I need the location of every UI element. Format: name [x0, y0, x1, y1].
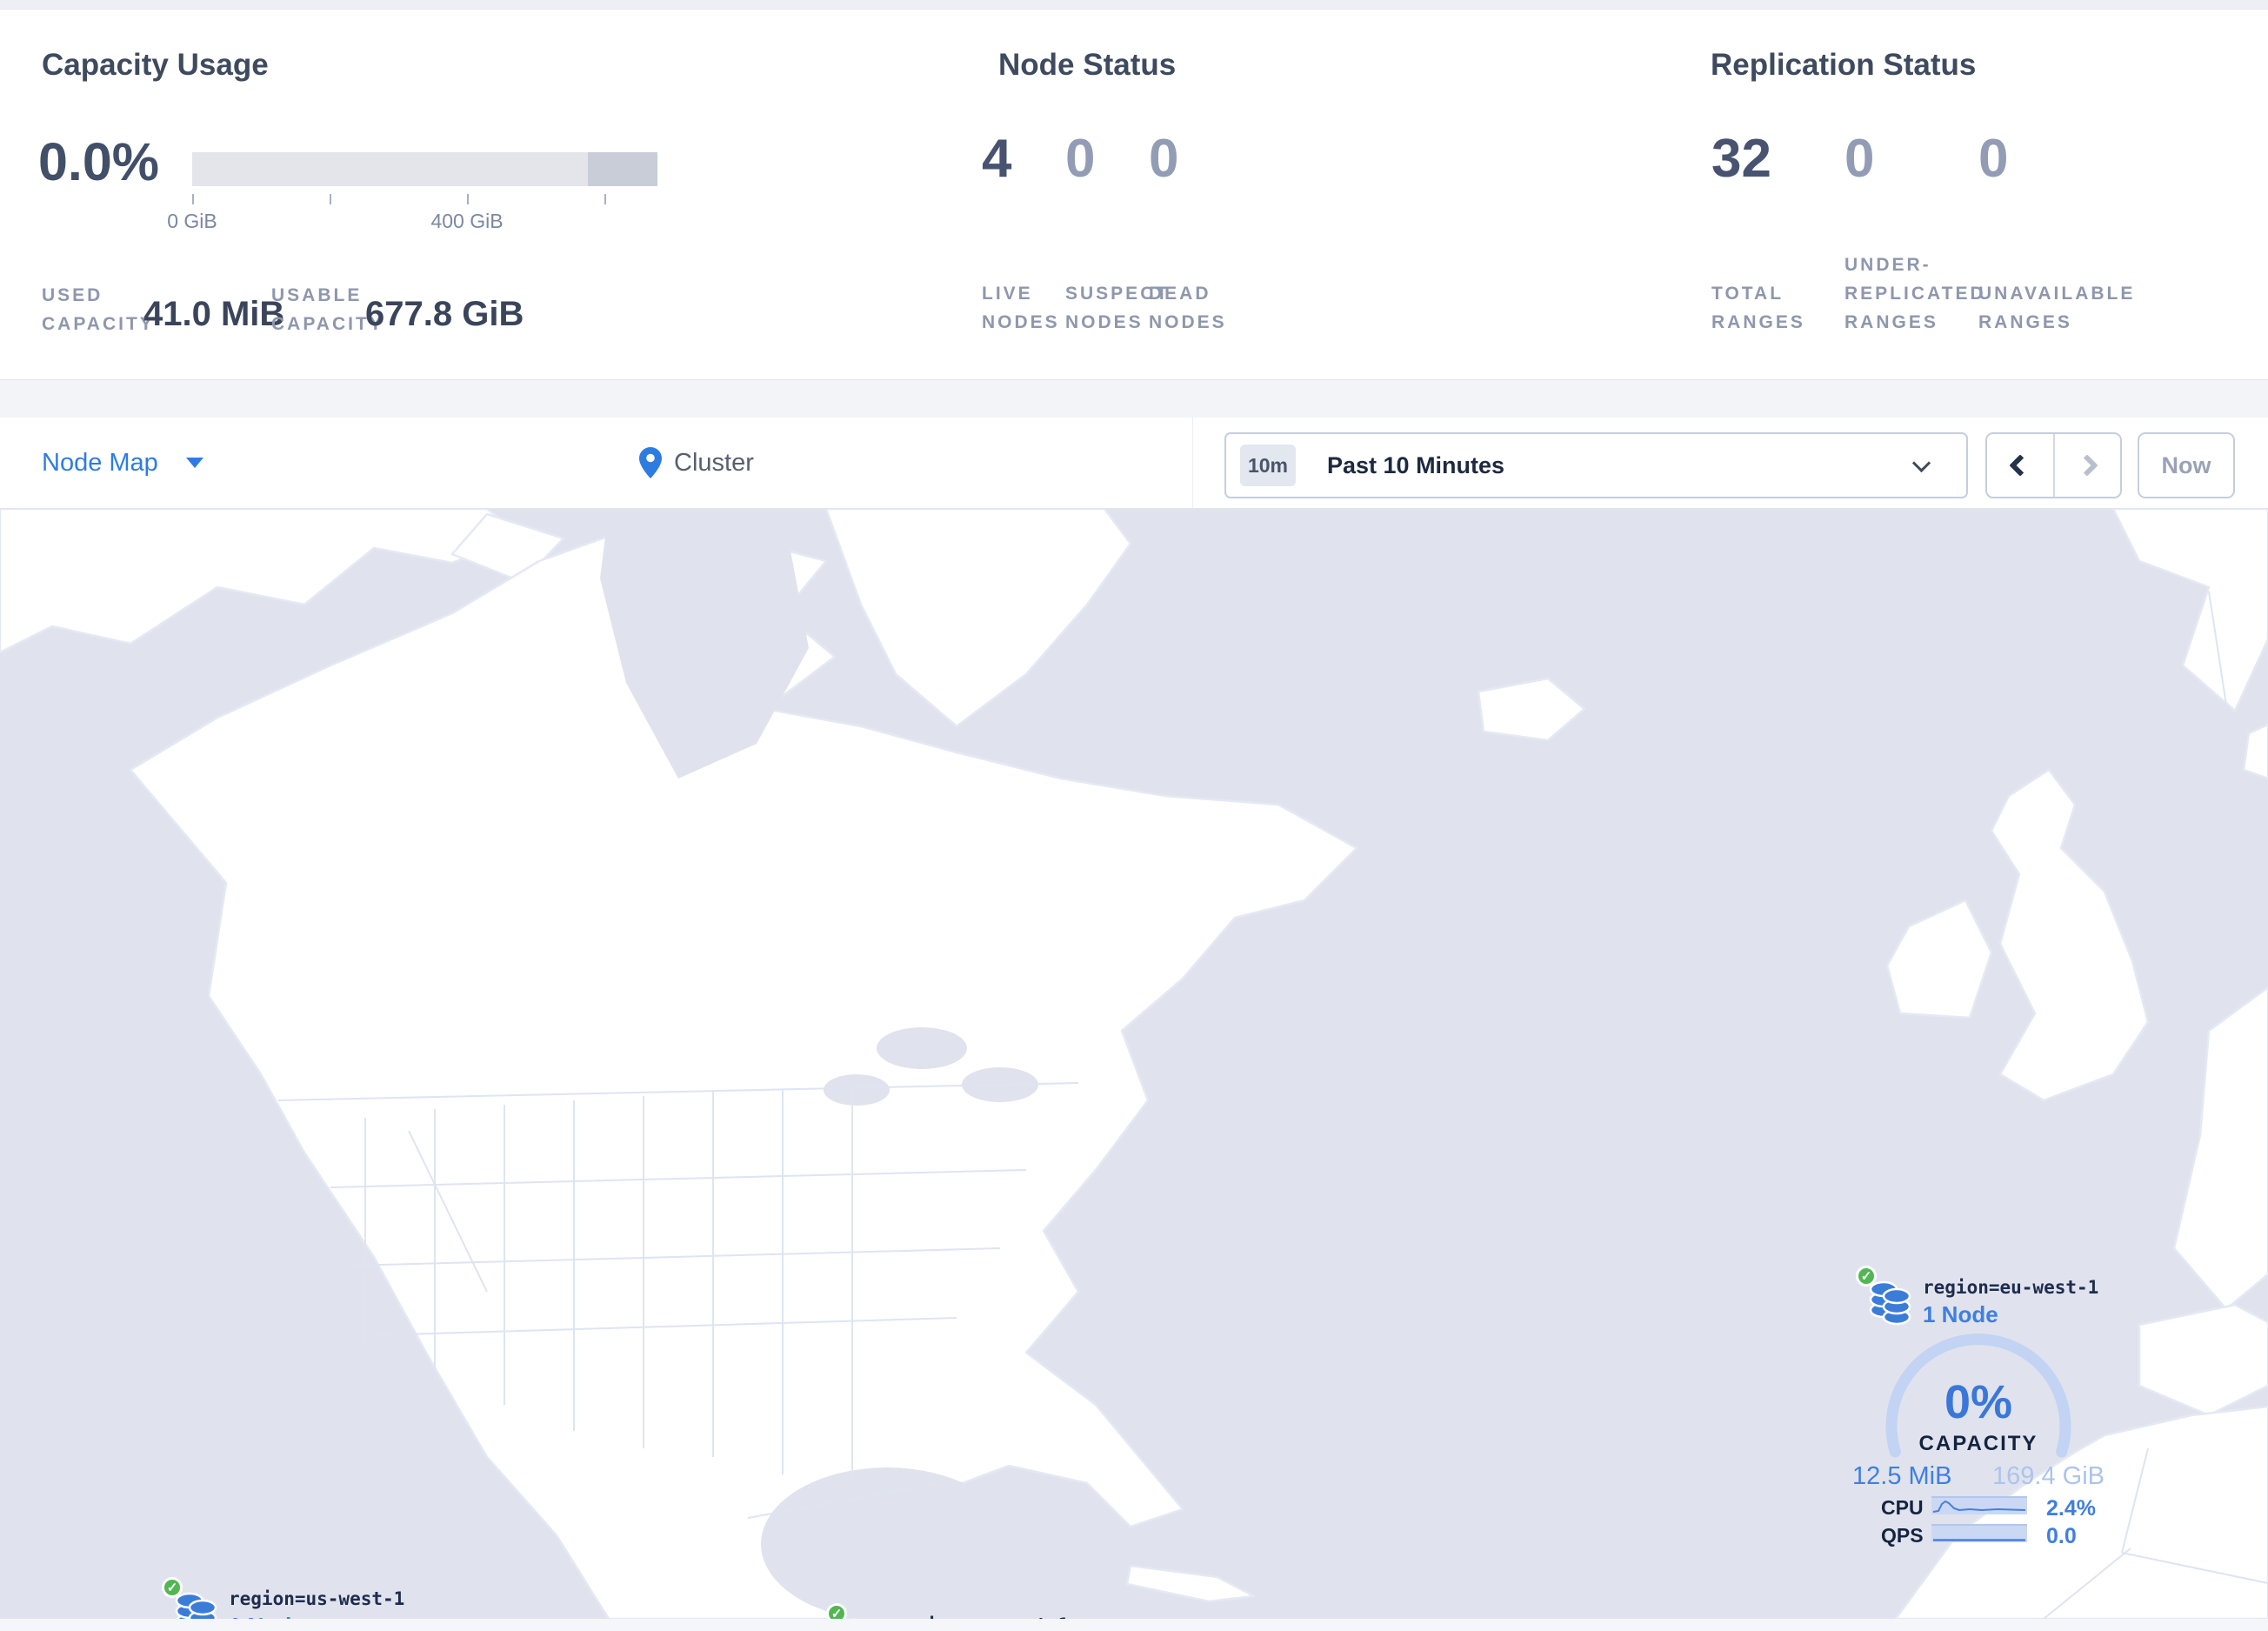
chevron-right-icon: [2076, 454, 2098, 477]
view-selector-label: Node Map: [42, 448, 158, 477]
region-marker-us-west-1[interactable]: ✓ region=us-west-1 1 Node 0% CAPACITY 12…: [145, 1573, 424, 1619]
axis-label-0: 0 GiB: [167, 210, 217, 232]
now-button[interactable]: Now: [2138, 432, 2235, 498]
view-selector-dropdown[interactable]: Node Map: [42, 418, 203, 508]
map-pin-icon: [639, 447, 662, 478]
axis-label-400: 400 GiB: [430, 210, 504, 232]
axis-tick: [467, 194, 469, 204]
axis-tick: [330, 194, 331, 204]
node-status-title: Node Status: [998, 48, 1177, 82]
live-nodes-label: LIVE NODES: [982, 284, 1060, 332]
dead-nodes-count: 0: [1149, 129, 1179, 189]
time-range-select[interactable]: 10m Past 10 Minutes: [1224, 432, 1968, 498]
status-ok-icon: ✓: [162, 1577, 183, 1598]
database-stack-icon: [175, 1592, 217, 1619]
total-ranges-label: TOTAL RANGES: [1711, 284, 1805, 332]
cpu-value: 2.4%: [2046, 1496, 2096, 1521]
capacity-bar: [192, 152, 657, 186]
region-nodes-link[interactable]: 1 Node: [1923, 1301, 1998, 1328]
live-nodes-count: 4: [982, 129, 1012, 189]
region-capacity-label: CAPACITY: [1918, 1432, 2038, 1455]
region-total-capacity: 169.4 GiB: [1992, 1462, 2105, 1490]
region-label: region=eu-west-1: [1923, 1277, 2099, 1298]
cluster-summary-card: Capacity Usage 0.0% 0 GiB 400 GiB USED C…: [0, 9, 2268, 380]
replication-status-title: Replication Status: [1711, 48, 1977, 82]
status-ok-icon: ✓: [1856, 1266, 1877, 1287]
bottom-strip: [0, 1619, 2268, 1631]
cpu-label: CPU: [1881, 1496, 1924, 1519]
map-toolbar-left: Node Map Cluster: [0, 418, 1193, 509]
time-step-buttons: [1985, 432, 2122, 498]
step-back-button[interactable]: [1987, 434, 2055, 497]
breadcrumb[interactable]: Cluster: [639, 418, 754, 508]
capacity-percent: 0.0%: [38, 132, 160, 191]
under-replicated-count: 0: [1844, 129, 1875, 189]
status-ok-icon: ✓: [826, 1603, 847, 1619]
region-label: region=us-west-1: [229, 1588, 405, 1609]
region-nodes-link[interactable]: 1 Node: [229, 1613, 304, 1619]
qps-sparkline: [1931, 1524, 2027, 1542]
used-capacity-value: 41.0 MiB: [143, 295, 285, 333]
cpu-sparkline: [1931, 1496, 2027, 1514]
caret-down-icon: [185, 458, 203, 468]
capacity-usage-title: Capacity Usage: [42, 48, 269, 82]
axis-tick: [192, 194, 194, 204]
chevron-down-icon: [1911, 453, 1931, 473]
time-range-badge: 10m: [1240, 445, 1296, 486]
capacity-bar-reserved-segment: [588, 152, 657, 186]
map-toolbar-right: 10m Past 10 Minutes Now: [1193, 418, 2268, 509]
region-marker-us-east-1[interactable]: ✓ region=us-east-1 2 Nodes 0% CAPACITY 1…: [810, 1599, 1088, 1619]
suspect-nodes-count: 0: [1065, 129, 1096, 189]
node-map-page: Capacity Usage 0.0% 0 GiB 400 GiB USED C…: [0, 0, 2268, 1631]
region-capacity-percent: 0%: [1944, 1376, 2013, 1428]
axis-tick: [604, 194, 606, 204]
total-ranges-count: 32: [1711, 129, 1771, 189]
time-range-label: Past 10 Minutes: [1327, 451, 1505, 478]
region-used-capacity: 12.5 MiB: [1852, 1462, 1952, 1490]
database-stack-icon: [1869, 1280, 1911, 1326]
dead-nodes-label: DEAD NODES: [1149, 284, 1227, 332]
breadcrumb-label: Cluster: [674, 448, 754, 477]
usable-capacity-value: 677.8 GiB: [365, 295, 524, 333]
chevron-left-icon: [2009, 454, 2031, 477]
region-marker-eu-west-1[interactable]: ✓ region=eu-west-1 1 Node 0% CAPACITY 12…: [1839, 1261, 2118, 1554]
unavailable-count: 0: [1978, 129, 2009, 189]
qps-value: 0.0: [2046, 1524, 2077, 1548]
node-map-canvas: ✓ region=us-west-1 1 Node 0% CAPACITY 12…: [0, 509, 2268, 1619]
top-strip: [0, 0, 2268, 9]
qps-label: QPS: [1881, 1524, 1924, 1547]
step-forward-button[interactable]: [2055, 434, 2121, 497]
unavailable-label: UNAVAILABLE RANGES: [1978, 284, 2136, 332]
